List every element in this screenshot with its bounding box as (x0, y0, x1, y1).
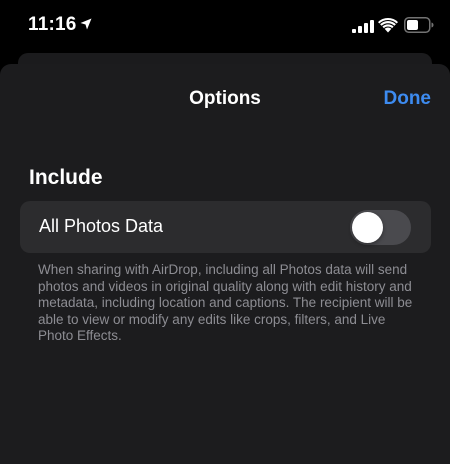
status-time: 11:16 (28, 14, 77, 35)
status-bar: 11:16 (0, 0, 450, 52)
wifi-icon (378, 17, 398, 33)
all-photos-data-label: All Photos Data (39, 216, 164, 236)
section-footer-description: When sharing with AirDrop, including all… (38, 262, 413, 344)
done-button[interactable]: Done (384, 88, 432, 110)
all-photos-data-row: All Photos Data (20, 201, 431, 253)
cellular-signal-icon (352, 20, 374, 33)
battery-icon (404, 17, 434, 33)
toggle-knob (352, 212, 383, 243)
location-arrow-icon (80, 18, 92, 30)
section-header-include: Include (29, 166, 103, 189)
sheet-title: Options (189, 88, 261, 109)
all-photos-data-toggle[interactable] (350, 210, 411, 245)
options-sheet: Options Done Include All Photos Data Whe… (0, 64, 450, 464)
